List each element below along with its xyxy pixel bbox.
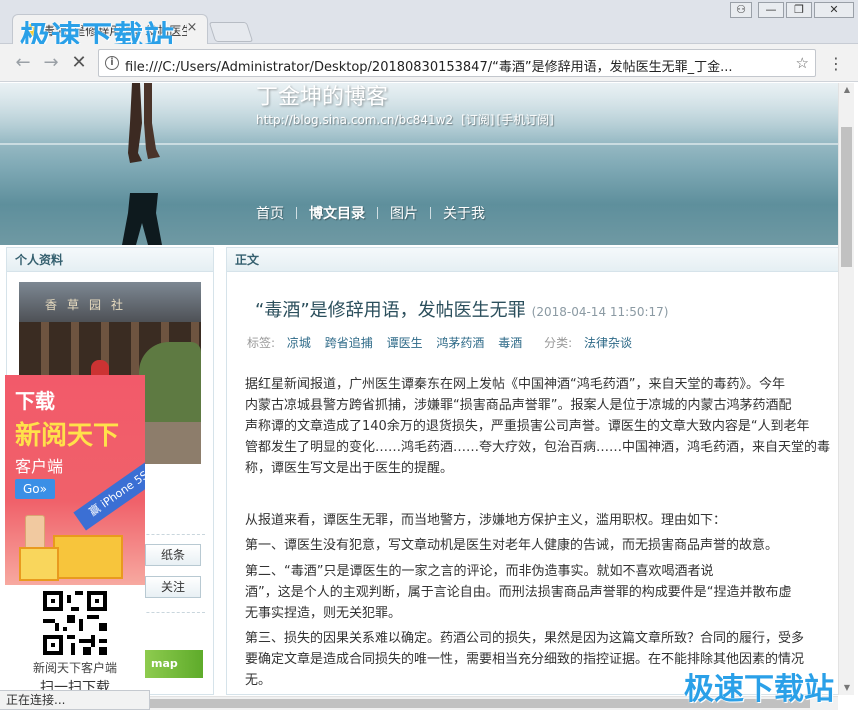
ad-ribbon: 赢 iPhone 5S [73, 457, 145, 531]
nav-photos[interactable]: 图片 [390, 203, 418, 223]
info-icon[interactable]: i [105, 56, 119, 70]
qr-caption: 新阅天下客户端 [32, 661, 117, 675]
ad-line-2: 新阅天下 [15, 421, 120, 451]
bookmark-star-icon[interactable]: ☆ [796, 54, 809, 72]
follow-button[interactable]: 关注 [145, 576, 201, 598]
paragraph-line: 无事实捏造，则无关犯罪。 [245, 606, 402, 621]
restore-button[interactable]: ❐ [786, 2, 812, 18]
scroll-up-icon[interactable]: ▲ [839, 83, 855, 97]
scroll-down-icon[interactable]: ▼ [839, 681, 855, 695]
tags-label: 标签: [247, 336, 276, 350]
note-button[interactable]: 纸条 [145, 544, 201, 566]
gift-box-icon [53, 535, 123, 579]
status-bar: 正在连接... [0, 690, 150, 710]
article-title-text: “毒酒”是修辞用语，发帖医生无罪 [255, 300, 526, 321]
vertical-scrollbar[interactable]: ▲ ▼ [838, 83, 854, 695]
nav-article-list[interactable]: 博文目录 [309, 203, 365, 223]
legs-image [128, 83, 160, 163]
paragraph-line: 从报道来看，谭医生无罪，而当地警方，涉嫌地方保护主义，滥用职权。理由如下： [245, 513, 727, 528]
forward-arrow-icon[interactable]: → [40, 52, 62, 74]
article-date: (2018-04-14 11:50:17) [531, 305, 669, 319]
paragraph-line: 据红星新闻报道，广州医生谭秦东在网上发帖《中国神酒“鸿毛药酒”，来自天堂的毒药》… [245, 377, 785, 392]
address-url[interactable]: file:///C:/Users/Administrator/Desktop/2… [125, 56, 785, 75]
browser-toolbar: ← → ✕ i file:///C:/Users/Administrator/D… [0, 44, 858, 82]
phone-icon [25, 515, 45, 551]
mobile-subscribe-link[interactable]: [手机订阅] [496, 113, 553, 127]
browser-titlebar: 毒酒”是修辞用语，发帖医生 × ⚇ — ❐ ✕ 极速下载站 [0, 0, 858, 55]
blog-url-line: http://blog.sina.com.cn/bc841w2 [订阅] [手机订阅… [256, 111, 554, 128]
tab-close-icon[interactable]: × [185, 21, 199, 35]
gift-box-icon [19, 547, 59, 581]
nav-about[interactable]: 关于我 [443, 203, 485, 223]
new-tab-button[interactable] [208, 22, 254, 42]
menu-dots-icon[interactable]: ⋮ [828, 54, 844, 74]
profile-panel-title: 个人资料 [7, 248, 213, 272]
paragraph-line: 第三、损失的因果关系难以确定。药酒公司的损失，果然是因为这篇文章所致？合同的履行… [245, 631, 805, 646]
article-panel: 正文 “毒酒”是修辞用语，发帖医生无罪 (2018-04-14 11:50:17)… [226, 247, 838, 695]
paragraph-line: 第一、谭医生没有犯意，写文章动机是医生对老年人健康的告诫，而无损害商品声誉的故意… [245, 538, 779, 553]
paragraph-line: 声称谭的文章造成了140余万的退货损失，严重损害公司声誉。谭医生的文章大致内容是… [245, 419, 810, 434]
tag-line: 标签: 凉城 跨省追捕 谭医生 鸿茅药酒 毒酒 分类: 法律杂谈 [247, 334, 632, 351]
paragraph-line: 管都发生了明显的变化……鸿毛药酒……夸大疗效，包治百病……中国神酒，鸿毛药酒，来… [245, 440, 831, 455]
photo-sign: 香草园社 [45, 298, 134, 312]
reflection-image [122, 193, 162, 245]
user-icon[interactable]: ⚇ [730, 2, 752, 18]
paragraph-line: 第二、“毒酒”只是谭医生的一家之言的评论，而非伪造事实。就如不喜欢喝酒者说 [245, 564, 714, 579]
paragraph-line: 称，谭医生写文是出于医生的提醒。 [245, 461, 454, 476]
category-link[interactable]: 法律杂谈 [584, 336, 632, 350]
minimize-button[interactable]: — [758, 2, 784, 18]
tag-link[interactable]: 谭医生 [387, 336, 423, 350]
tag-link[interactable]: 毒酒 [498, 336, 522, 350]
stop-loading-icon[interactable]: ✕ [68, 52, 90, 74]
ad-line-1: 下载 [15, 389, 55, 413]
qr-code-icon [43, 591, 107, 655]
paragraph-line: 酒”，这是个人的主观判断，属于言论自由。而刑法损害商品声誉罪的构成要件是“捏造并… [245, 585, 792, 600]
floating-ad[interactable]: 下载 新阅天下 客户端 Go» 赢 iPhone 5S [5, 375, 145, 585]
article-title: “毒酒”是修辞用语，发帖医生无罪 (2018-04-14 11:50:17) [255, 296, 668, 322]
address-bar[interactable]: i file:///C:/Users/Administrator/Desktop… [98, 49, 816, 77]
tag-link[interactable]: 鸿茅药酒 [436, 336, 484, 350]
article-panel-title: 正文 [227, 248, 838, 272]
paragraph-line: 内蒙古凉城县警方跨省抓捕，涉嫌罪“损害商品声誉罪”。报案人是位于凉城的内蒙古鸿茅… [245, 398, 792, 413]
blog-title[interactable]: 丁金坤的博客 [256, 83, 388, 111]
close-window-button[interactable]: ✕ [814, 2, 854, 18]
watermark-bottom: 极速下载站 [684, 672, 834, 707]
back-arrow-icon[interactable]: ← [12, 52, 34, 74]
subscribe-link[interactable]: [订阅] [461, 113, 494, 127]
blog-url[interactable]: http://blog.sina.com.cn/bc841w2 [256, 113, 453, 127]
scroll-thumb[interactable] [841, 127, 852, 267]
category-label: 分类: [544, 336, 573, 350]
ad-line-3: 客户端 [15, 457, 64, 476]
nav-home[interactable]: 首页 [256, 203, 284, 223]
qr-panel[interactable]: 新阅天下客户端 扫一扫下载 [5, 585, 145, 696]
ad-go-button[interactable]: Go» [15, 479, 55, 499]
tag-link[interactable]: 跨省追捕 [325, 336, 373, 350]
map-button[interactable]: map [145, 650, 203, 678]
blog-nav: 首页 博文目录 图片 关于我 [256, 203, 485, 223]
blog-banner: 丁金坤的博客 http://blog.sina.com.cn/bc841w2 [订… [0, 83, 838, 245]
tag-link[interactable]: 凉城 [287, 336, 311, 350]
